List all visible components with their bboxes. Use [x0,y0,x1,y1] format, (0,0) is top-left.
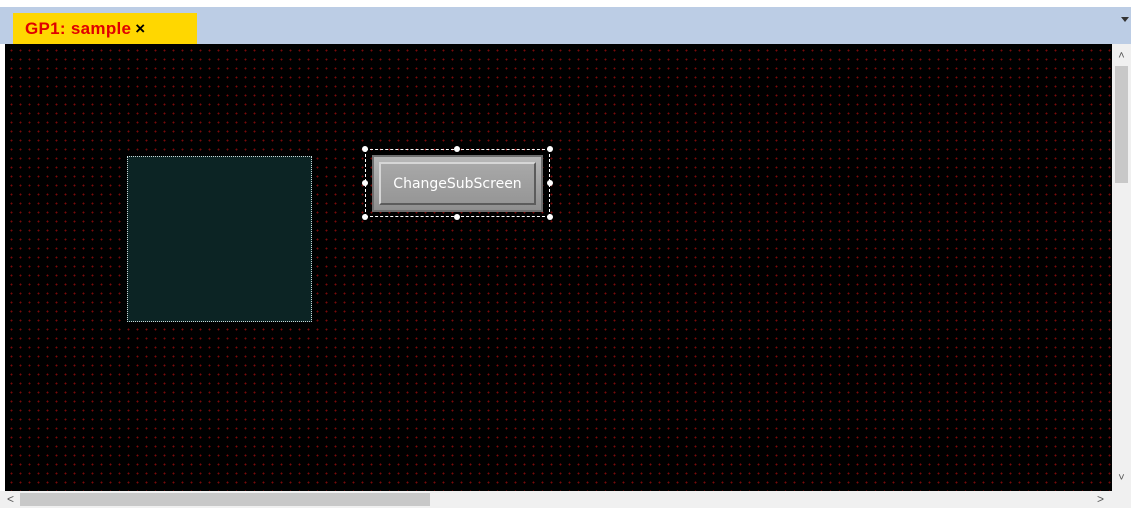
screen-editor-canvas[interactable]: ChangeSubScreen [5,44,1112,491]
scroll-right-icon[interactable]: > [1092,491,1109,508]
button-label: ChangeSubScreen [393,175,522,192]
resize-handle-bottom-right[interactable] [547,214,553,220]
resize-handle-right[interactable] [547,180,553,186]
tab-title: GP1: sample [25,18,132,38]
vertical-scrollbar[interactable]: ˄ ˅ [1112,44,1131,491]
subscreen-panel[interactable] [127,156,312,322]
horizontal-scrollbar[interactable]: < > [0,491,1112,508]
scroll-left-icon[interactable]: < [2,491,19,508]
horizontal-scroll-thumb[interactable] [20,493,430,506]
close-icon[interactable]: × [135,19,145,39]
document-tab-bar: GP1: sample × [0,7,1131,44]
resize-handle-top-left[interactable] [362,146,368,152]
resize-handle-left[interactable] [362,180,368,186]
dropdown-arrow-icon[interactable] [1121,17,1129,22]
vertical-scroll-thumb[interactable] [1115,66,1128,183]
button-face: ChangeSubScreen [379,162,536,205]
scroll-down-icon[interactable]: ˅ [1112,470,1131,487]
resize-handle-bottom-left[interactable] [362,214,368,220]
resize-handle-bottom[interactable] [454,214,460,220]
change-subscreen-button[interactable]: ChangeSubScreen [372,155,543,212]
tab-gp1-sample[interactable]: GP1: sample × [13,13,197,44]
resize-handle-top-right[interactable] [547,146,553,152]
resize-handle-top[interactable] [454,146,460,152]
scroll-up-icon[interactable]: ˄ [1112,48,1131,65]
scrollbar-corner [1112,491,1131,508]
